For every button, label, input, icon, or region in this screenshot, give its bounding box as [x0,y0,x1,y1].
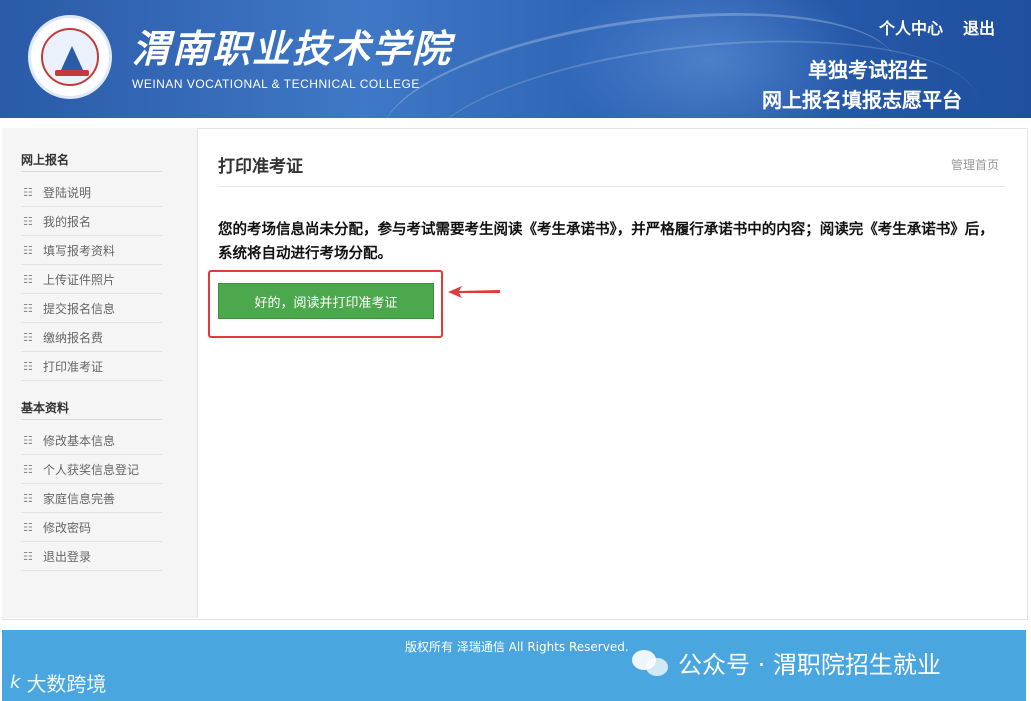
ship-icon [61,46,83,70]
list-icon: ☷ [23,330,33,344]
copyright-text: 版权所有 泽瑞通信 All Rights Reserved. [405,640,629,654]
sidebar-item-upload-photo[interactable]: ☷ 上传证件照片 [21,265,162,294]
logo-base [55,70,89,76]
sidebar-item-label: 上传证件照片 [43,272,116,287]
title-divider [218,186,1005,187]
sidebar-item-label: 家庭信息完善 [43,491,116,506]
sidebar-item-label: 缴纳报名费 [43,330,104,345]
sidebar-item-label: 我的报名 [43,214,92,229]
list-icon: ☷ [23,243,33,257]
list-icon: ☷ [23,272,33,286]
list-icon: ☷ [23,359,33,373]
personal-center-link[interactable]: 个人中心 [879,15,943,39]
sidebar-item-label: 个人获奖信息登记 [43,462,140,477]
list-icon: ☷ [23,433,33,447]
sidebar-group-title-registration: 网上报名 [21,153,70,167]
college-logo [28,15,112,99]
sidebar-item-fill-application[interactable]: ☷ 填写报考资料 [21,236,162,265]
college-name-en: WEINAN VOCATIONAL & TECHNICAL COLLEGE [132,77,420,91]
logo-emblem [41,28,99,86]
sidebar-group-divider [21,171,162,172]
sidebar-item-submit-registration[interactable]: ☷ 提交报名信息 [21,294,162,323]
sidebar-item-print-admission-ticket[interactable]: ☷ 打印准考证 [21,352,162,381]
sidebar-item-awards[interactable]: ☷ 个人获奖信息登记 [21,455,162,484]
sidebar-item-login-guide[interactable]: ☷ 登陆说明 [21,178,162,207]
sidebar-item-pay-fee[interactable]: ☷ 缴纳报名费 [21,323,162,352]
read-and-print-button[interactable]: 好的，阅读并打印准考证 [218,283,434,319]
list-icon: ☷ [23,491,33,505]
sidebar-item-label: 修改密码 [43,520,92,535]
sidebar-item-label: 修改基本信息 [43,433,116,448]
sidebar-item-change-password[interactable]: ☷ 修改密码 [21,513,162,542]
arrow-left-icon [448,286,500,298]
brand-watermark: k 大数跨境 [10,668,106,697]
wechat-watermark: 公众号 · 渭职院招生就业 [632,645,941,680]
page-header: 渭南职业技术学院 WEINAN VOCATIONAL & TECHNICAL C… [0,0,1031,118]
sidebar-item-logout[interactable]: ☷ 退出登录 [21,542,162,571]
page-title: 打印准考证 [218,157,303,177]
sidebar-item-label: 填写报考资料 [43,243,116,258]
list-icon: ☷ [23,185,33,199]
sidebar-item-edit-basic-info[interactable]: ☷ 修改基本信息 [21,426,162,455]
sidebar-item-label: 登陆说明 [43,185,92,200]
sidebar-item-my-registration[interactable]: ☷ 我的报名 [21,207,162,236]
platform-title-line1: 单独考试招生 [808,58,928,82]
sidebar-group-title-basic-info: 基本资料 [21,401,70,415]
wechat-icon [632,648,670,678]
list-icon: ☷ [23,301,33,315]
college-name-cn: 渭南职业技术学院 [132,26,453,71]
top-links: 个人中心 退出 [879,15,995,39]
wechat-account-label: 公众号 · 渭职院招生就业 [678,651,941,679]
watermark-text: 大数跨境 [26,672,107,696]
list-icon: ☷ [23,549,33,563]
sidebar-item-label: 退出登录 [43,549,92,564]
logout-link[interactable]: 退出 [963,15,995,39]
list-icon: ☷ [23,462,33,476]
list-icon: ☷ [23,214,33,228]
notice-text: 您的考场信息尚未分配，参与考试需要考生阅读《考生承诺书》，并严格履行承诺书中的内… [218,222,994,262]
admin-home-link[interactable]: 管理首页 [951,156,999,173]
sidebar-group-divider [21,419,162,420]
sidebar-item-label: 提交报名信息 [43,301,116,316]
sidebar-item-family-info[interactable]: ☷ 家庭信息完善 [21,484,162,513]
list-icon: ☷ [23,520,33,534]
watermark-logo-icon: k [10,672,21,693]
platform-title-line2: 网上报名填报志愿平台 [762,88,962,112]
sidebar-item-label: 打印准考证 [43,359,104,374]
